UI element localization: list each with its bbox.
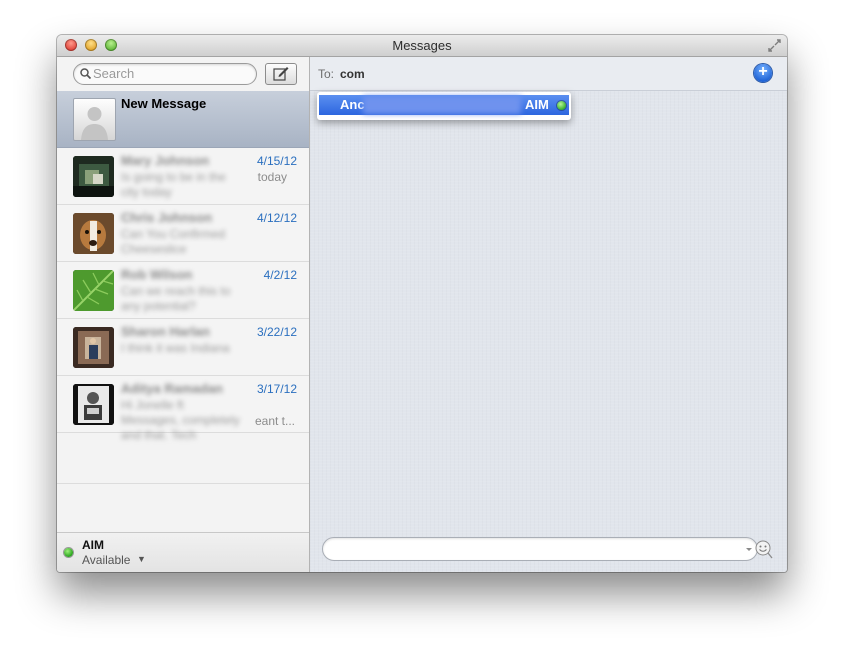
search-input[interactable] [93, 65, 243, 82]
contact-photo [73, 384, 114, 425]
conversation-new-message[interactable]: New Message [57, 91, 309, 148]
leaf-photo [73, 270, 114, 311]
conversation-date: 4/15/12 [256, 154, 297, 168]
chevron-down-icon[interactable]: ▼ [137, 554, 146, 564]
add-contact-button[interactable]: + [754, 63, 772, 82]
suggestion-item[interactable]: Anc AIM [319, 95, 569, 115]
title-bar: Messages [57, 35, 787, 57]
recipient-suggestions: Anc AIM [317, 92, 571, 120]
conversation-preview: Can we reach this to any potential? [121, 284, 231, 313]
recipient-input[interactable]: com [340, 67, 365, 81]
conversation-date: 4/2/12 [263, 268, 297, 282]
conversation-preview: Hi Jonelle ft Messages, completely and t… [121, 398, 240, 442]
divider [57, 483, 309, 484]
compose-icon [273, 67, 289, 81]
status-state[interactable]: Available [82, 553, 130, 567]
new-message-button[interactable] [265, 63, 297, 85]
avatar [73, 213, 114, 254]
message-input[interactable] [333, 540, 737, 559]
emoji-icon[interactable] [744, 539, 774, 559]
contact-photo [73, 327, 114, 368]
avatar [73, 98, 116, 141]
person-placeholder-icon [81, 107, 108, 140]
search-icon [80, 68, 91, 79]
conversation-preview-visible: today [257, 170, 287, 184]
fullscreen-icon[interactable] [767, 38, 782, 53]
conversation-preview-visible: eant t... [254, 414, 295, 428]
conversation-item[interactable]: Chris Johnson 4/12/12 Can You Confirmed … [57, 205, 309, 262]
conversation-preview: Can You Confirmed Cheeseslice [121, 227, 226, 256]
conversation-name: Chris Johnson [121, 210, 213, 225]
contact-photo [73, 156, 114, 197]
conversation-item[interactable]: Rob Wilson 4/2/12 Can we reach this to a… [57, 262, 309, 319]
avatar [73, 270, 114, 311]
sidebar: New Message Mary Johnson 4/15/12 Is goin… [57, 57, 310, 572]
conversation-preview: I think it was Indiana [121, 341, 230, 355]
conversation-name: Sharon Harlan [121, 324, 210, 339]
suggestion-name: Anc [340, 97, 365, 112]
conversation-item[interactable]: Sharon Harlan 3/22/12 I think it was Ind… [57, 319, 309, 376]
status-service: AIM [82, 538, 104, 552]
conversation-item[interactable]: Aditya Ramadan 3/17/12 Hi Jonelle ft Mes… [57, 376, 309, 442]
search-field[interactable] [73, 63, 257, 85]
avatar [73, 156, 114, 197]
to-label: To: [318, 67, 335, 81]
conversation-date: 4/12/12 [256, 211, 297, 225]
conversation-name: Mary Johnson [121, 153, 210, 168]
conversation-name: Aditya Ramadan [121, 381, 223, 396]
conversation-date: 3/17/12 [256, 382, 297, 396]
conversation-item[interactable]: Mary Johnson 4/15/12 Is going to be in t… [57, 148, 309, 205]
conversation-name: Rob Wilson [121, 267, 193, 282]
conversation-name: New Message [121, 96, 207, 111]
recipient-bar: To: com + [310, 57, 787, 91]
avatar [73, 384, 114, 425]
account-status[interactable]: AIM Available ▼ [57, 532, 309, 572]
available-status-icon [64, 548, 73, 557]
conversation-pane: To: com + Anc AIM [310, 57, 787, 572]
suggestion-service: AIM [525, 97, 549, 112]
redacted-text [363, 96, 521, 114]
contact-photo [73, 213, 114, 254]
messages-window: Messages Search New Message Mary Johnson… [57, 35, 787, 572]
plus-icon: + [758, 63, 768, 80]
window-title: Messages [392, 38, 452, 53]
conversation-preview: Is going to be in the city today [121, 170, 226, 199]
conversation-date: 3/22/12 [256, 325, 297, 339]
available-status-icon [557, 101, 566, 110]
avatar [73, 327, 114, 368]
conversation-list: New Message Mary Johnson 4/15/12 Is goin… [57, 91, 309, 442]
message-field[interactable] [322, 537, 758, 561]
